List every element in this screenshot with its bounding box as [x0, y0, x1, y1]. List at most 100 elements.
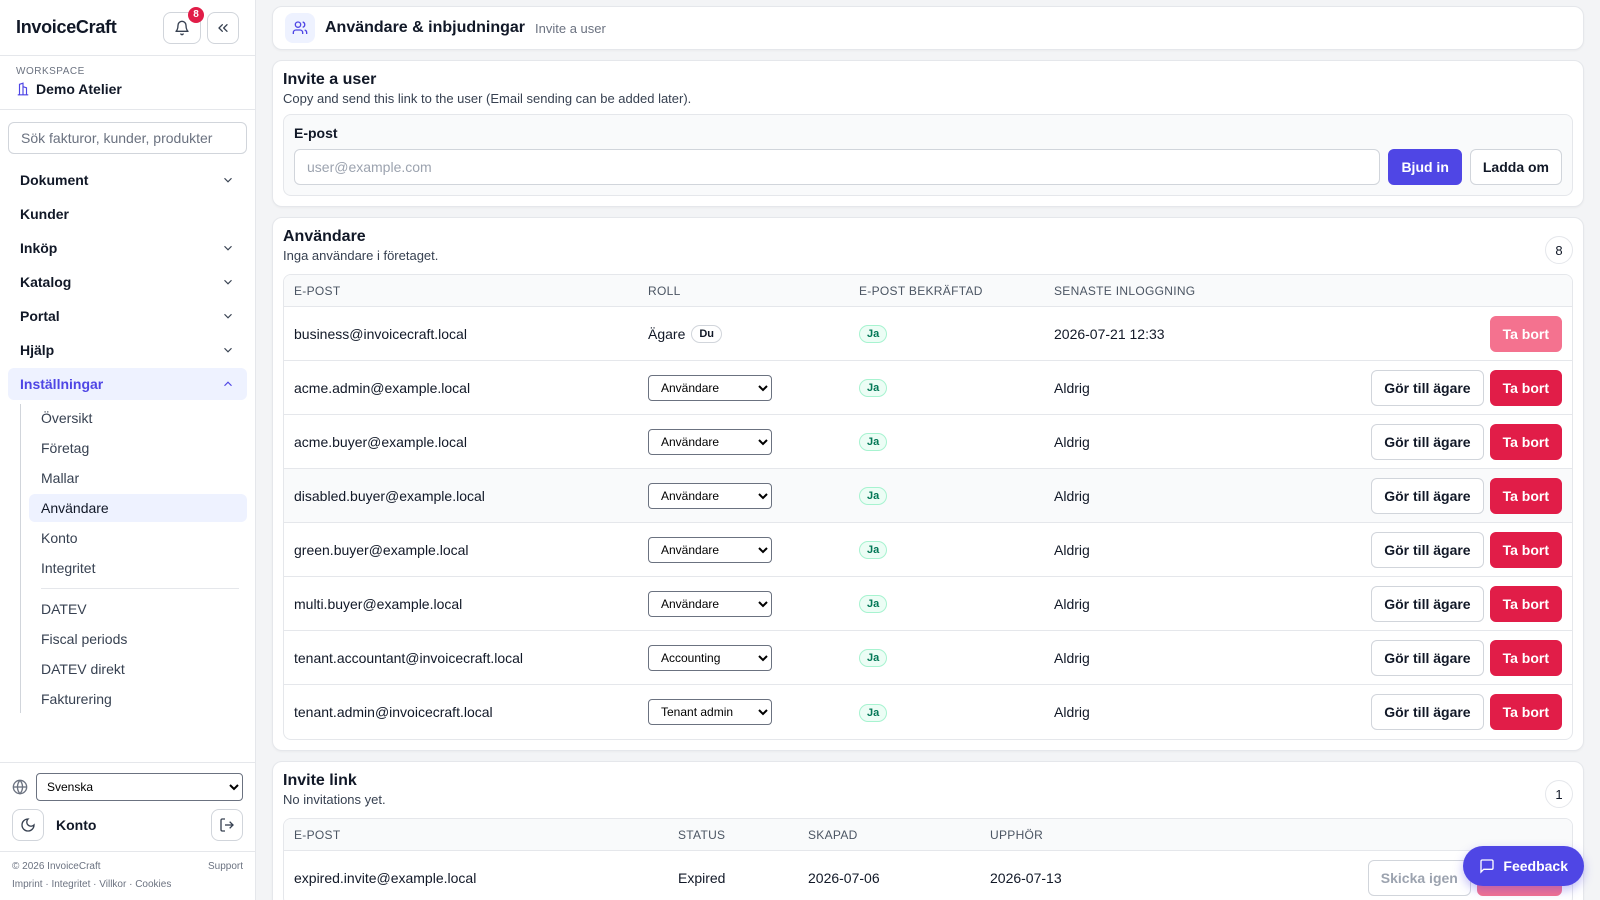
invite-created: 2026-07-06	[808, 870, 880, 886]
confirmed-badge: Ja	[859, 487, 888, 505]
nav-item-kunder[interactable]: Kunder	[8, 198, 247, 230]
workspace-switcher[interactable]: WORKSPACE Demo Atelier	[0, 56, 255, 110]
language-row: Svenska	[12, 773, 243, 801]
nav-item-hjalp[interactable]: Hjälp	[8, 334, 247, 366]
invite-email-input[interactable]	[294, 149, 1381, 185]
integritet-link[interactable]: Integritet	[51, 879, 90, 890]
remove-user-button[interactable]: Ta bort	[1489, 585, 1562, 622]
user-confirmed: Ja	[859, 648, 1054, 667]
role-select[interactable]: Användare	[648, 590, 772, 617]
invite-form: E-post Bjud in Ladda om	[283, 114, 1573, 196]
subnav-item-datev-direkt[interactable]: DATEV direkt	[29, 655, 247, 683]
nav-item-katalog[interactable]: Katalog	[8, 266, 247, 298]
subnav-item-anvandare[interactable]: Användare	[29, 494, 247, 522]
theme-toggle-button[interactable]	[12, 809, 44, 841]
page-subtitle: Invite a user	[535, 20, 606, 36]
user-email: acme.buyer@example.local	[294, 433, 467, 450]
remove-user-button[interactable]: Ta bort	[1489, 423, 1562, 460]
subnav-item-mallar[interactable]: Mallar	[29, 464, 247, 492]
remove-user-button[interactable]: Ta bort	[1489, 477, 1562, 514]
make-owner-button[interactable]: Gör till ägare	[1371, 694, 1484, 730]
user-confirmed: Ja	[859, 486, 1054, 505]
role-select[interactable]: Användare	[648, 428, 772, 455]
nav-item-label: Dokument	[20, 172, 89, 188]
nav-item-inkop[interactable]: Inköp	[8, 232, 247, 264]
owner-role-text: Ägare	[648, 325, 686, 342]
make-owner-button[interactable]: Gör till ägare	[1371, 585, 1484, 622]
make-owner-button[interactable]: Gör till ägare	[1371, 639, 1484, 676]
account-link[interactable]: Konto	[56, 817, 199, 833]
nav-item-portal[interactable]: Portal	[8, 300, 247, 332]
user-email: tenant.accountant@invoicecraft.local	[294, 649, 524, 666]
language-select[interactable]: Svenska	[36, 773, 243, 801]
collapse-sidebar-button[interactable]	[207, 11, 239, 44]
invite-status: Expired	[678, 870, 726, 886]
subnav-item-konto[interactable]: Konto	[29, 524, 247, 552]
subnav-item-fiscal-periods[interactable]: Fiscal periods	[29, 625, 247, 653]
user-last-login: Aldrig	[1054, 487, 1090, 504]
user-actions: Gör till ägare Ta bort	[1254, 639, 1572, 676]
make-owner-button[interactable]: Gör till ägare	[1371, 531, 1484, 568]
role-select[interactable]: Användare	[648, 374, 772, 401]
subnav-item-fakturering[interactable]: Fakturering	[29, 685, 247, 713]
remove-user-button[interactable]: Ta bort	[1489, 315, 1562, 352]
invite-button[interactable]: Bjud in	[1388, 149, 1462, 185]
remove-user-button[interactable]: Ta bort	[1489, 639, 1562, 676]
col-invite-expires: UPPHÖR	[990, 827, 1044, 842]
user-last-login: 2026-07-21 12:33	[1054, 325, 1165, 342]
brand-logo[interactable]: InvoiceCraft	[16, 17, 163, 38]
col-invite-status: STATUS	[678, 827, 726, 842]
subnav-item-datev[interactable]: DATEV	[29, 595, 247, 623]
table-row: tenant.admin@invoicecraft.local Tenant ad…	[284, 685, 1572, 739]
search-input[interactable]	[21, 130, 234, 146]
user-last-login: Aldrig	[1054, 595, 1090, 612]
invite-row: expired.invite@example.local Expired 202…	[284, 851, 1572, 900]
logout-button[interactable]	[211, 809, 243, 841]
brand-row: InvoiceCraft 8	[0, 0, 255, 56]
invite-email: expired.invite@example.local	[294, 870, 477, 886]
role-select[interactable]: Tenant admin	[648, 699, 772, 725]
subnav-item-oversikt[interactable]: Översikt	[29, 404, 247, 432]
confirmed-badge: Ja	[859, 433, 888, 451]
make-owner-button[interactable]: Gör till ägare	[1371, 477, 1484, 514]
reload-button[interactable]: Ladda om	[1469, 149, 1562, 185]
user-email: multi.buyer@example.local	[294, 595, 463, 612]
subnav-item-foretag[interactable]: Företag	[29, 434, 247, 462]
user-actions: Gör till ägare Ta bort	[1254, 585, 1572, 622]
resend-invite-button[interactable]: Skicka igen	[1367, 860, 1471, 896]
nav-item-label: Inköp	[20, 240, 58, 256]
make-owner-button[interactable]: Gör till ägare	[1371, 369, 1484, 406]
user-role: Tenant admin	[646, 699, 859, 725]
villkor-link[interactable]: Villkor	[99, 879, 126, 890]
remove-user-button[interactable]: Ta bort	[1489, 369, 1562, 406]
support-link[interactable]: Support	[208, 858, 243, 876]
user-role: Ägare Du	[646, 324, 859, 343]
imprint-link[interactable]: Imprint	[12, 879, 43, 890]
role-select[interactable]: Användare	[648, 536, 772, 563]
users-table: E-POST ROLL E-POST BEKRÄFTAD SENASTE INL…	[283, 274, 1573, 740]
user-email: tenant.admin@invoicecraft.local	[294, 704, 493, 720]
table-row: acme.admin@example.local Användare Ja Aldri…	[284, 361, 1572, 415]
chevron-down-icon	[224, 313, 232, 319]
role-select[interactable]: Accounting	[648, 644, 772, 671]
users-description: Inga användare i företaget.	[283, 248, 439, 263]
nav-item-installningar[interactable]: Inställningar	[8, 368, 247, 400]
subnav-item-integritet[interactable]: Integritet	[29, 554, 247, 582]
role-select[interactable]: Användare	[648, 482, 772, 509]
nav-item-label: Inställningar	[20, 376, 104, 392]
user-confirmed: Ja	[859, 703, 1054, 722]
user-confirmed: Ja	[859, 432, 1054, 451]
main-nav: Dokument Kunder Inköp Katalog Portal Hjä…	[0, 164, 255, 713]
feedback-button[interactable]: Feedback	[1463, 846, 1584, 886]
cookies-link[interactable]: Cookies	[135, 879, 171, 890]
search-box[interactable]	[8, 122, 247, 154]
col-invite-created: SKAPAD	[808, 827, 858, 842]
remove-user-button[interactable]: Ta bort	[1489, 531, 1562, 568]
nav-item-dokument[interactable]: Dokument	[8, 164, 247, 196]
make-owner-button[interactable]: Gör till ägare	[1371, 423, 1484, 460]
table-row: disabled.buyer@example.local Användare Ja A…	[284, 469, 1572, 523]
user-role: Användare	[646, 536, 859, 563]
remove-user-button[interactable]: Ta bort	[1489, 694, 1562, 730]
notifications-button[interactable]: 8	[163, 6, 204, 44]
nav-item-label: Portal	[20, 308, 60, 324]
